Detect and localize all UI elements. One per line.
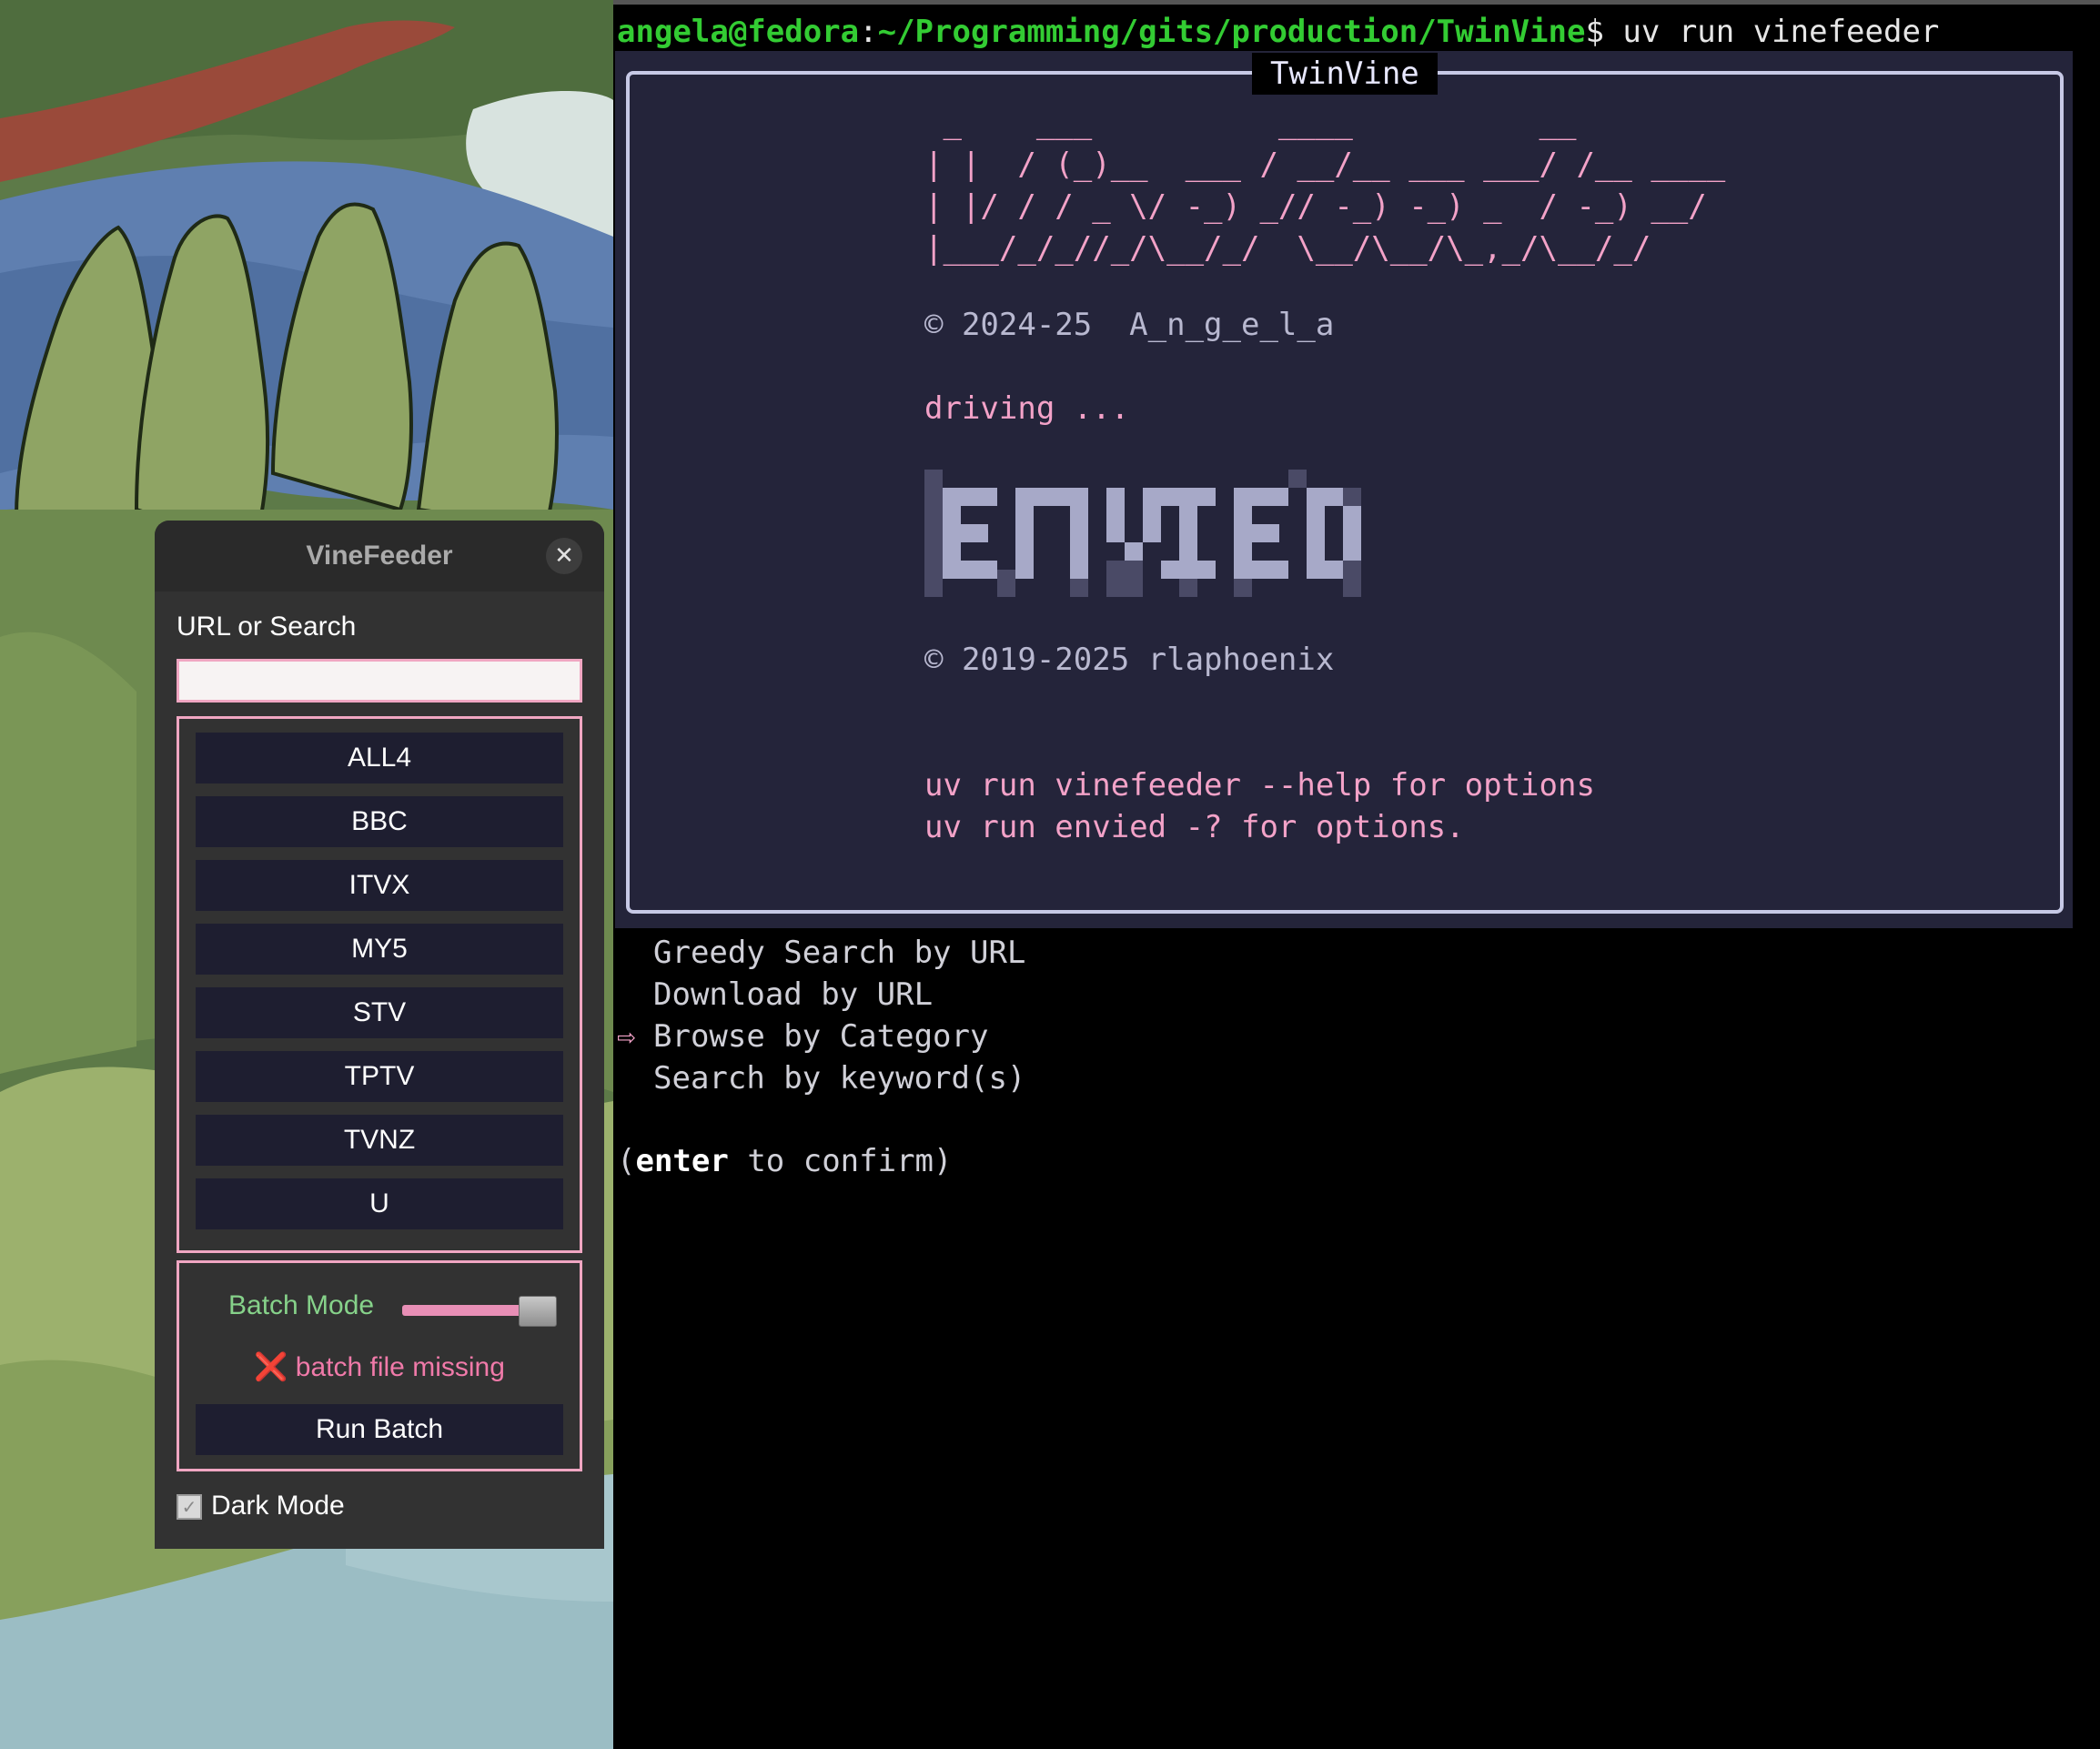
- channel-button-stv[interactable]: STV: [196, 987, 563, 1038]
- vinefeeder-titlebar[interactable]: VineFeeder ✕: [155, 521, 604, 591]
- copyright-rlaphoenix: © 2019-2025 rlaphoenix: [924, 642, 1335, 678]
- batch-mode-label: Batch Mode: [228, 1290, 375, 1320]
- prompt-separator: :: [859, 14, 878, 50]
- channel-button-tvnz[interactable]: TVNZ: [196, 1115, 563, 1166]
- terminal-top-border: [613, 0, 2100, 5]
- channel-list: ALL4 BBC ITVX MY5 STV TPTV TVNZ U: [177, 716, 582, 1253]
- twinvine-banner-panel: TwinVine _ ___ ____ __ | | / (_)__ ___ /…: [615, 51, 2073, 928]
- shell-prompt-line: angela@fedora:~/Programming/gits/product…: [617, 11, 1939, 53]
- channel-button-tptv[interactable]: TPTV: [196, 1051, 563, 1102]
- channel-button-all4[interactable]: ALL4: [196, 733, 563, 784]
- menu-item-label: Browse by Category: [653, 1018, 989, 1055]
- batch-section: Batch Mode ❌ batch file missing Run Batc…: [177, 1260, 582, 1471]
- envied-pixel-logo: [924, 470, 1361, 605]
- terminal-window[interactable]: angela@fedora:~/Programming/gits/product…: [613, 0, 2100, 1749]
- prompt-command: uv run vinefeeder: [1622, 14, 1940, 50]
- banner-title: TwinVine: [1252, 53, 1438, 95]
- help-envied: uv run envied -? for options.: [924, 809, 1465, 845]
- copyright-angela: © 2024-25 A_n_g_e_l_a: [924, 307, 1335, 343]
- close-icon[interactable]: ✕: [546, 538, 582, 574]
- envied-logo-svg: [924, 470, 1361, 597]
- driving-text: driving ...: [924, 390, 1130, 427]
- run-batch-button[interactable]: Run Batch: [196, 1404, 563, 1455]
- confirm-key: enter: [635, 1143, 729, 1179]
- url-search-input[interactable]: [177, 659, 582, 703]
- prompt-user-host: angela@fedora: [617, 14, 860, 50]
- vinefeeder-window: VineFeeder ✕ URL or Search ALL4 BBC ITVX…: [155, 521, 604, 1549]
- confirm-rest: to confirm): [728, 1143, 953, 1179]
- confirm-open-paren: (: [617, 1143, 636, 1179]
- channel-button-bbc[interactable]: BBC: [196, 796, 563, 847]
- selection-arrow-icon: ⇨: [617, 1018, 636, 1055]
- confirm-hint: (enter to confirm): [617, 1140, 952, 1182]
- batch-status: ❌ batch file missing: [179, 1347, 580, 1389]
- dark-mode-checkbox[interactable]: ✓: [177, 1494, 202, 1520]
- batch-status-text: batch file missing: [295, 1352, 505, 1382]
- window-title: VineFeeder: [306, 541, 453, 571]
- prompt-path: ~/Programming/gits/production/TwinVine: [877, 14, 1586, 50]
- error-x-icon: ❌: [254, 1351, 288, 1383]
- dark-mode-label: Dark Mode: [211, 1491, 345, 1521]
- url-search-label: URL or Search: [177, 612, 357, 642]
- vinefeeder-ascii-art: _ ___ ____ __ | | / (_)__ ___ / __/__ __…: [924, 105, 1726, 267]
- menu-item-label: Search by keyword(s): [653, 1060, 1026, 1097]
- batch-mode-toggle-handle[interactable]: [519, 1296, 557, 1327]
- menu-item-label: Download by URL: [653, 976, 934, 1013]
- channel-button-u[interactable]: U: [196, 1178, 563, 1229]
- prompt-symbol: $: [1585, 14, 1623, 50]
- menu-item-label: Greedy Search by URL: [653, 935, 1026, 971]
- channel-button-itvx[interactable]: ITVX: [196, 860, 563, 911]
- help-vinefeeder: uv run vinefeeder --help for options: [924, 767, 1595, 804]
- channel-button-my5[interactable]: MY5: [196, 924, 563, 975]
